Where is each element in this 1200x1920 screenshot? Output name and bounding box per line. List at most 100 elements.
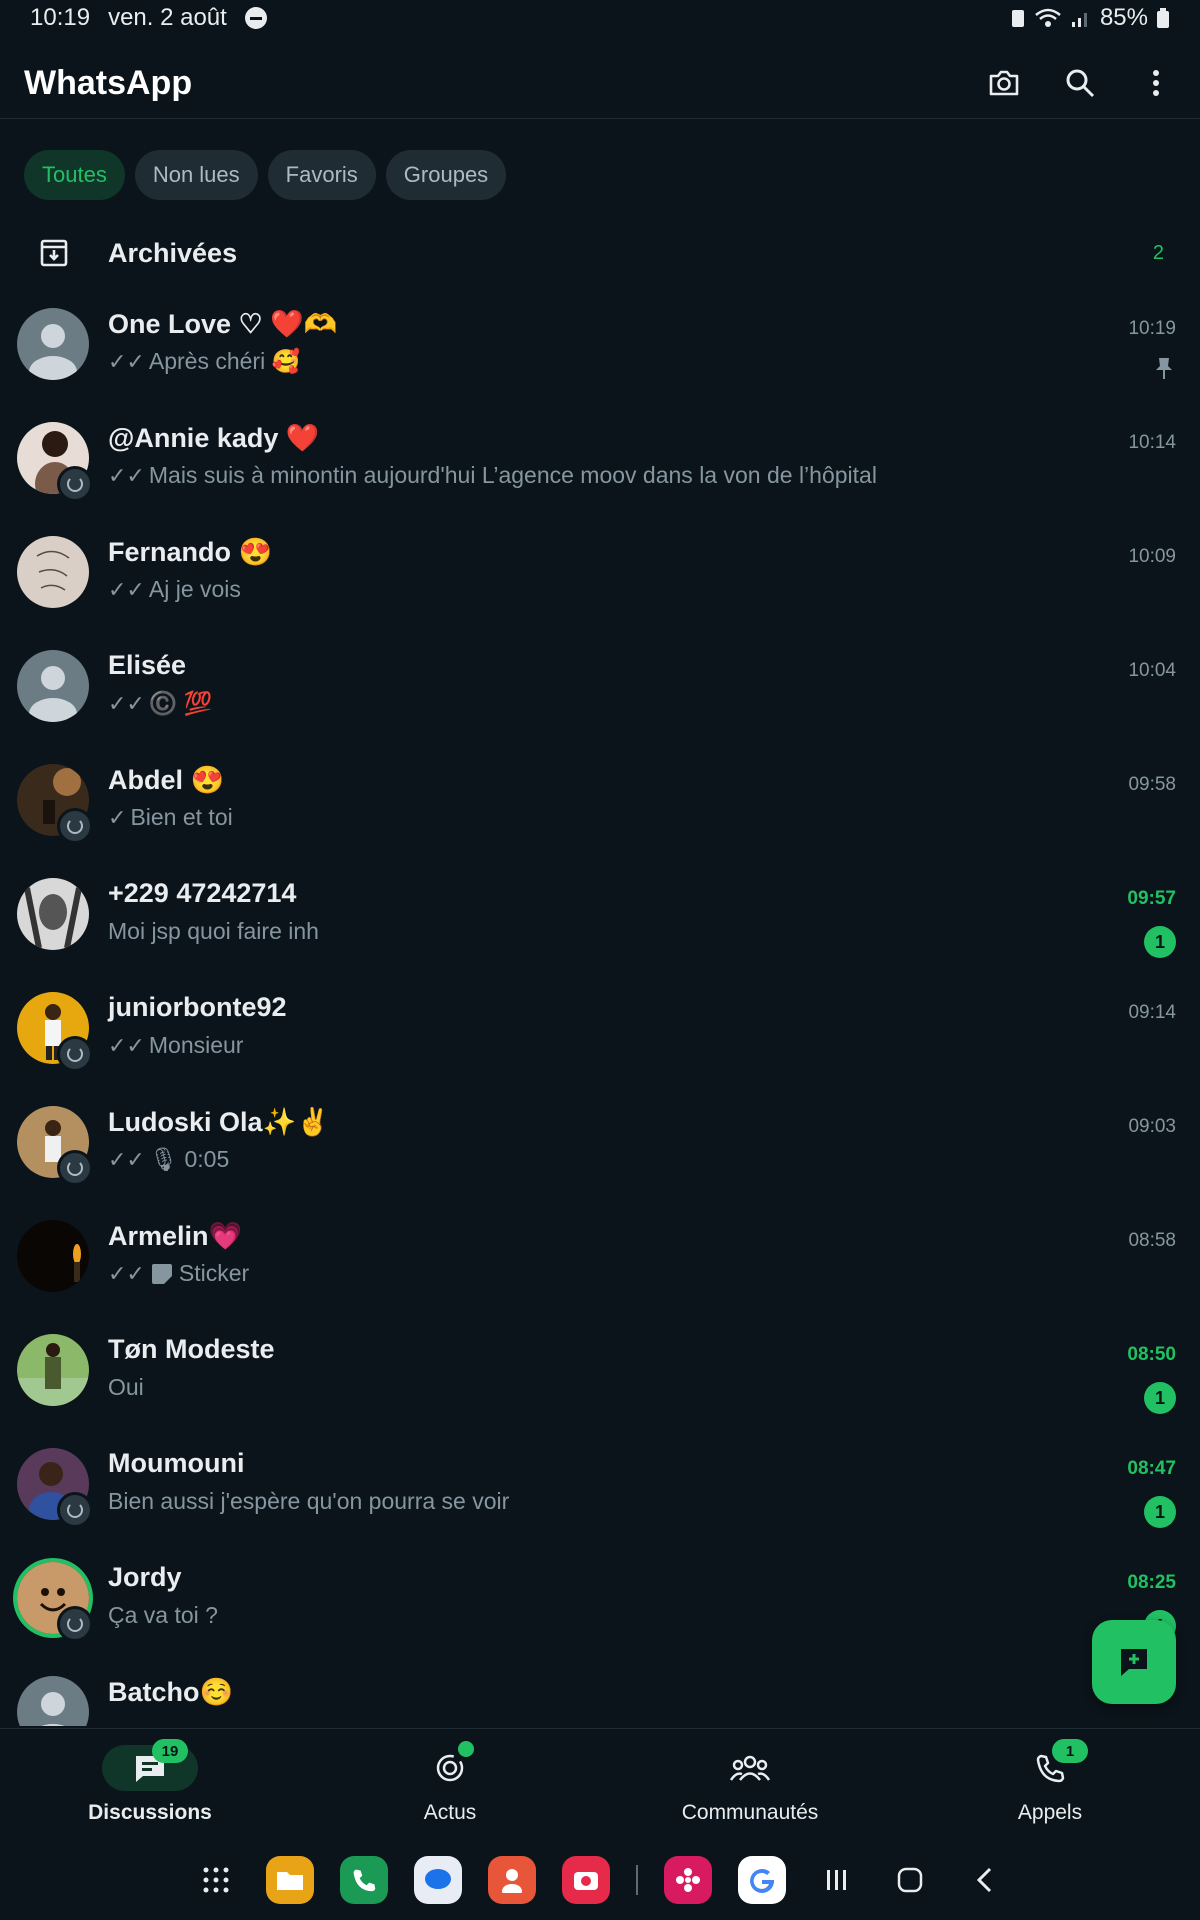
tab-communautes[interactable]: Communautés — [600, 1729, 900, 1841]
chat-last-message: 🎙 0:05 — [148, 1146, 230, 1172]
chat-row[interactable]: Batcho☺️ — [0, 1664, 1200, 1726]
more-options-button[interactable] — [1136, 63, 1176, 103]
chat-last-message: Monsieur — [148, 1032, 244, 1058]
home-button[interactable] — [886, 1856, 934, 1904]
chat-name: Abdel 😍 — [108, 765, 225, 795]
avatar — [17, 308, 89, 380]
filter-chip-all[interactable]: Toutes — [24, 150, 125, 200]
app-drawer-button[interactable] — [192, 1856, 240, 1904]
signal-icon — [1071, 13, 1087, 27]
unread-count-badge: 1 — [1144, 926, 1176, 958]
chat-row[interactable]: Moumouni Bien aussi j'espère qu'on pourr… — [0, 1436, 1200, 1550]
filter-chip-unread[interactable]: Non lues — [134, 150, 258, 200]
chat-row[interactable]: Fernando 😍 ✓✓ Aj je vois 10:09 — [0, 524, 1200, 638]
date: ven. 2 août — [108, 4, 227, 31]
chat-name: +229 47242714 — [108, 878, 297, 908]
unread-count-badge: 1 — [1144, 1382, 1176, 1414]
chat-row[interactable]: Armelin💗 ✓✓ Sticker 08:58 — [0, 1208, 1200, 1322]
chat-row[interactable]: One Love ♡ ❤️🫶 ✓✓ Après chéri 🥰 10:19 — [0, 296, 1200, 410]
chat-time: 10:14 — [1128, 432, 1176, 453]
chat-time: 10:19 — [1128, 318, 1176, 339]
chat-name: Fernando 😍 — [108, 537, 273, 567]
avatar — [17, 1676, 89, 1726]
camera-icon — [989, 70, 1019, 96]
chat-row[interactable]: +229 47242714 Moi jsp quoi faire inh 09:… — [0, 866, 1200, 980]
more-vertical-icon — [1153, 70, 1159, 96]
files-app-icon[interactable] — [266, 1856, 314, 1904]
calls-badge: 1 — [1052, 1739, 1088, 1763]
read-ticks: ✓✓ — [108, 462, 145, 488]
new-chat-icon — [1121, 1649, 1147, 1676]
chat-last-message: Sticker — [178, 1260, 250, 1286]
clock: 10:19 — [30, 4, 91, 31]
read-ticks: ✓✓ — [108, 348, 145, 374]
chat-time: 08:50 — [1127, 1344, 1176, 1365]
status-update-icon — [57, 1606, 93, 1642]
chat-last-message: ©️ 💯 — [148, 690, 213, 716]
chat-last-message: Après chéri 🥰 — [148, 348, 301, 374]
chat-time: 08:47 — [1127, 1458, 1176, 1479]
chat-time: 09:58 — [1128, 774, 1176, 795]
battery-saver-icon — [1011, 10, 1024, 27]
chat-time: 08:58 — [1128, 1230, 1176, 1251]
back-button[interactable] — [960, 1856, 1008, 1904]
bottom-navigation: 19 Discussions Actus Communautés 1 Appel… — [0, 1728, 1200, 1841]
tab-appels[interactable]: 1 Appels — [900, 1729, 1200, 1841]
chat-row[interactable]: @Annie kady ❤️ ✓✓ Mais suis à minontin au… — [0, 410, 1200, 524]
communities-icon — [730, 1755, 770, 1781]
chat-row[interactable]: juniorbonte92 ✓✓ Monsieur 09:14 — [0, 980, 1200, 1094]
chat-time: 10:09 — [1128, 546, 1176, 567]
avatar — [17, 1334, 89, 1406]
filter-chips: Toutes Non lues Favoris Groupes — [24, 150, 507, 200]
archived-count: 2 — [1152, 241, 1164, 264]
unread-count-badge: 1 — [1144, 1496, 1176, 1528]
recents-icon — [827, 1870, 846, 1890]
chat-time: 10:04 — [1128, 660, 1176, 681]
chat-row[interactable]: Abdel 😍 ✓ Bien et toi 09:58 — [0, 752, 1200, 866]
chat-last-message: Mais suis à minontin aujourd'hui L’agenc… — [148, 462, 877, 488]
tab-label: Appels — [1017, 1801, 1083, 1824]
chat-time: 09:57 — [1127, 888, 1176, 909]
messages-app-icon[interactable] — [414, 1856, 462, 1904]
chat-time: 09:14 — [1128, 1002, 1176, 1023]
status-update-icon — [57, 1036, 93, 1072]
chat-row[interactable]: Elisée ✓✓ ©️ 💯 10:04 — [0, 638, 1200, 752]
tab-actus[interactable]: Actus — [300, 1729, 600, 1841]
contacts-app-icon[interactable] — [488, 1856, 536, 1904]
system-taskbar — [0, 1840, 1200, 1920]
avatar — [17, 650, 89, 722]
sticker-icon — [151, 1263, 172, 1284]
chat-last-message: Ça va toi ? — [108, 1602, 218, 1628]
actus-dot — [458, 1741, 474, 1757]
recents-button[interactable] — [812, 1856, 860, 1904]
home-icon — [897, 1867, 923, 1893]
chat-last-message: Bien aussi j'espère qu'on pourra se voir — [108, 1488, 510, 1514]
status-update-icon — [57, 808, 93, 844]
google-app-icon[interactable] — [738, 1856, 786, 1904]
filter-chip-favorites[interactable]: Favoris — [267, 150, 376, 200]
chat-last-message: Bien et toi — [130, 804, 233, 830]
dock-divider — [636, 1865, 638, 1895]
phone-app-icon[interactable] — [340, 1856, 388, 1904]
chat-row[interactable]: Tøn Modeste Oui 08:50 1 — [0, 1322, 1200, 1436]
do-not-disturb-icon — [244, 7, 267, 29]
chat-time: 09:03 — [1128, 1116, 1176, 1137]
chat-row[interactable]: Jordy Ça va toi ? 08:25 1 — [0, 1550, 1200, 1664]
updates-icon — [436, 1754, 464, 1782]
read-ticks: ✓✓ — [108, 576, 145, 602]
chat-row[interactable]: Ludoski Ola✨✌️ ✓✓ 🎙 0:05 09:03 — [0, 1094, 1200, 1208]
archived-row[interactable]: Archivées 2 — [0, 222, 1200, 284]
archived-label: Archivées — [108, 237, 238, 268]
gallery-app-icon[interactable] — [664, 1856, 712, 1904]
battery-level: 85% — [1099, 4, 1148, 31]
filter-chip-groups[interactable]: Groupes — [385, 150, 507, 200]
camera-app-icon[interactable] — [562, 1856, 610, 1904]
status-update-icon — [57, 1492, 93, 1528]
discussions-badge: 19 — [152, 1739, 188, 1763]
tab-discussions[interactable]: 19 Discussions — [0, 1729, 300, 1841]
pin-icon — [1156, 358, 1172, 379]
new-chat-button[interactable] — [1092, 1620, 1176, 1704]
search-button[interactable] — [1060, 63, 1100, 103]
archive-icon — [40, 239, 68, 267]
camera-button[interactable] — [984, 63, 1024, 103]
